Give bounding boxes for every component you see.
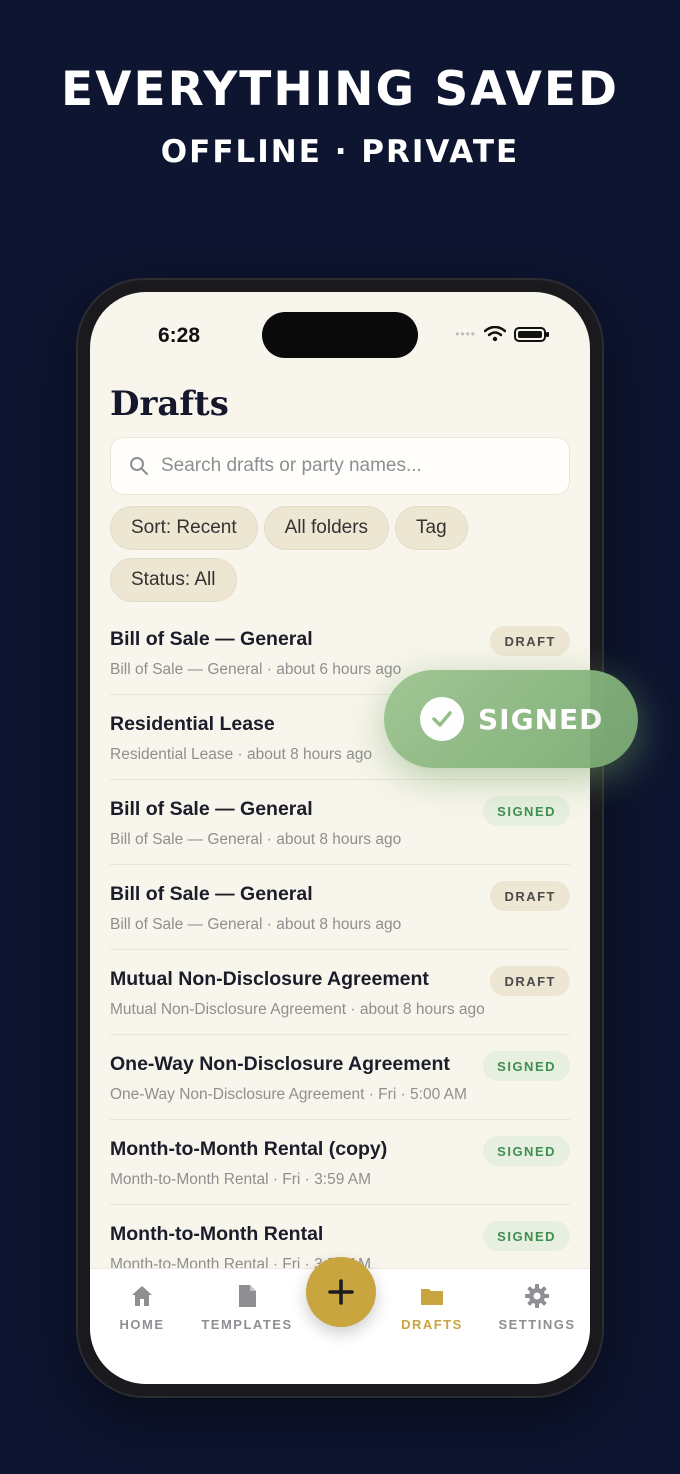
status-badge: SIGNED bbox=[483, 796, 570, 826]
draft-subtitle: Month-to-Month Rental · Fri · 3:59 AM bbox=[110, 1171, 372, 1188]
list-item[interactable]: Month-to-Month Rental (copy) Month-to-Mo… bbox=[110, 1120, 570, 1205]
status-badge: SIGNED bbox=[483, 1221, 570, 1251]
draft-subtitle: Residential Lease · about 8 hours ago bbox=[110, 746, 372, 763]
draft-subtitle: Bill of Sale — General · about 8 hours a… bbox=[110, 831, 402, 848]
list-item[interactable]: Mutual Non-Disclosure Agreement Mutual N… bbox=[110, 950, 570, 1035]
status-badge: DRAFT bbox=[490, 626, 570, 656]
signal-icon: •••• bbox=[455, 327, 476, 341]
filter-chips: Sort: Recent All folders Tag Status: All bbox=[110, 506, 570, 602]
signed-overlay-label: SIGNED bbox=[478, 702, 604, 736]
status-filter-chip[interactable]: Status: All bbox=[110, 558, 237, 602]
draft-subtitle: Bill of Sale — General · about 6 hours a… bbox=[110, 661, 402, 678]
draft-subtitle: Mutual Non-Disclosure Agreement · about … bbox=[110, 1001, 485, 1018]
folder-filter-chip[interactable]: All folders bbox=[263, 506, 390, 550]
gear-icon bbox=[525, 1284, 549, 1308]
status-indicators: •••• bbox=[455, 326, 549, 342]
draft-title: Bill of Sale — General bbox=[110, 798, 313, 820]
tab-templates[interactable]: TEMPLATES bbox=[197, 1283, 297, 1332]
draft-subtitle: One-Way Non-Disclosure Agreement · Fri ·… bbox=[110, 1086, 467, 1103]
battery-icon bbox=[514, 326, 549, 342]
search-placeholder: Search drafts or party names... bbox=[161, 455, 422, 476]
tab-templates-label: TEMPLATES bbox=[201, 1317, 293, 1332]
promo-headline: EVERYTHING SAVED bbox=[61, 62, 619, 117]
status-time: 6:28 bbox=[158, 324, 201, 347]
list-item[interactable]: One-Way Non-Disclosure Agreement One-Way… bbox=[110, 1035, 570, 1120]
page-title: Drafts bbox=[110, 384, 229, 424]
tab-drafts[interactable]: DRAFTS bbox=[382, 1283, 482, 1332]
add-draft-button[interactable] bbox=[306, 1257, 376, 1327]
draft-title: Residential Lease bbox=[110, 713, 275, 735]
draft-title: Mutual Non-Disclosure Agreement bbox=[110, 968, 429, 990]
folder-icon bbox=[421, 1289, 443, 1305]
sort-filter-chip[interactable]: Sort: Recent bbox=[110, 506, 258, 550]
phone-screen: 6:28 •••• Drafts Search drafts or party … bbox=[90, 292, 590, 1384]
status-badge: DRAFT bbox=[490, 966, 570, 996]
tag-filter-chip[interactable]: Tag bbox=[395, 506, 468, 550]
tab-home[interactable]: HOME bbox=[92, 1283, 192, 1332]
search-icon bbox=[130, 457, 148, 475]
draft-title: Month-to-Month Rental (copy) bbox=[110, 1138, 388, 1160]
home-icon bbox=[132, 1286, 152, 1306]
dynamic-island bbox=[262, 312, 418, 358]
draft-title: Month-to-Month Rental bbox=[110, 1223, 324, 1245]
promo-subheadline: OFFLINE · PRIVATE bbox=[160, 134, 520, 170]
plus-icon bbox=[328, 1279, 354, 1305]
check-icon bbox=[420, 697, 464, 741]
wifi-icon bbox=[484, 326, 506, 342]
signed-overlay-badge: SIGNED bbox=[384, 670, 638, 768]
tab-drafts-label: DRAFTS bbox=[401, 1317, 463, 1332]
status-badge: SIGNED bbox=[483, 1136, 570, 1166]
draft-title: Bill of Sale — General bbox=[110, 628, 313, 650]
list-item[interactable]: Bill of Sale — General Bill of Sale — Ge… bbox=[110, 780, 570, 865]
draft-title: Bill of Sale — General bbox=[110, 883, 313, 905]
status-badge: SIGNED bbox=[483, 1051, 570, 1081]
tab-settings-label: SETTINGS bbox=[498, 1317, 576, 1332]
draft-title: One-Way Non-Disclosure Agreement bbox=[110, 1053, 450, 1075]
tab-settings[interactable]: SETTINGS bbox=[487, 1283, 587, 1332]
document-icon bbox=[239, 1285, 256, 1307]
list-item[interactable]: Bill of Sale — General Bill of Sale — Ge… bbox=[110, 865, 570, 950]
status-badge: DRAFT bbox=[490, 881, 570, 911]
search-input[interactable]: Search drafts or party names... bbox=[110, 437, 570, 495]
tab-home-label: HOME bbox=[119, 1317, 165, 1332]
draft-subtitle: Bill of Sale — General · about 8 hours a… bbox=[110, 916, 402, 933]
